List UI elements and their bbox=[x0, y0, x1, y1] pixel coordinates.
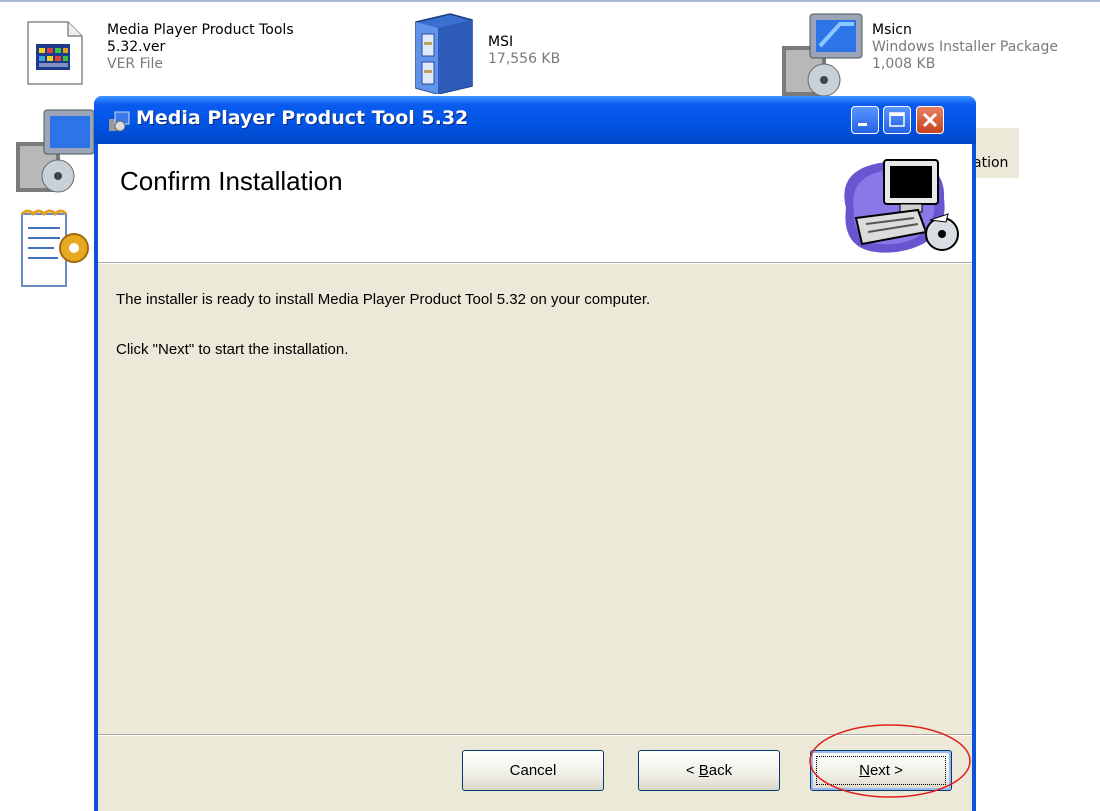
partial-file-label: ation bbox=[973, 155, 1009, 171]
text-document-gear-icon[interactable] bbox=[18, 208, 94, 288]
annotation-ellipse bbox=[809, 724, 971, 798]
close-icon bbox=[922, 112, 938, 128]
file-name-line1: Media Player Product Tools bbox=[107, 22, 294, 38]
file-size: 17,556 KB bbox=[488, 51, 561, 67]
dialog-client-area: Confirm Installation The installer is re… bbox=[98, 144, 972, 811]
ver-file-icon bbox=[27, 21, 83, 85]
back-label: < Back bbox=[685, 762, 733, 779]
installer-dialog: Media Player Product Tool 5.32 Confirm I… bbox=[94, 96, 976, 811]
cancel-label: Cancel bbox=[509, 762, 557, 779]
close-button[interactable] bbox=[916, 106, 944, 134]
file-size: 1,008 KB bbox=[872, 56, 936, 72]
desktop-top-edge bbox=[0, 0, 1100, 2]
minimize-button[interactable] bbox=[851, 106, 879, 134]
maximize-icon bbox=[889, 112, 905, 127]
file-name: MSI bbox=[488, 34, 514, 50]
filing-cabinet-icon bbox=[415, 13, 473, 94]
back-button[interactable]: < Back bbox=[638, 750, 780, 791]
computer-setup-icon bbox=[844, 159, 959, 253]
file-name: Msicn bbox=[872, 22, 912, 38]
banner-divider bbox=[98, 263, 972, 264]
title-bar[interactable]: Media Player Product Tool 5.32 bbox=[94, 96, 976, 144]
cancel-button[interactable]: Cancel bbox=[462, 750, 604, 791]
maximize-button[interactable] bbox=[883, 106, 911, 134]
file-type: Windows Installer Package bbox=[872, 39, 1058, 55]
installer-package-icon[interactable] bbox=[14, 108, 94, 194]
window-title: Media Player Product Tool 5.32 bbox=[136, 107, 469, 129]
installer-package-icon bbox=[782, 13, 863, 97]
click-next-message: Click "Next" to start the installation. bbox=[116, 341, 349, 358]
installer-app-icon bbox=[109, 111, 130, 132]
page-title: Confirm Installation bbox=[120, 166, 343, 196]
file-name-line2: 5.32.ver bbox=[107, 39, 166, 55]
file-type: VER File bbox=[107, 56, 164, 72]
minimize-icon bbox=[858, 123, 867, 126]
header-banner: Confirm Installation bbox=[98, 144, 972, 263]
install-ready-message: The installer is ready to install Media … bbox=[116, 291, 651, 308]
